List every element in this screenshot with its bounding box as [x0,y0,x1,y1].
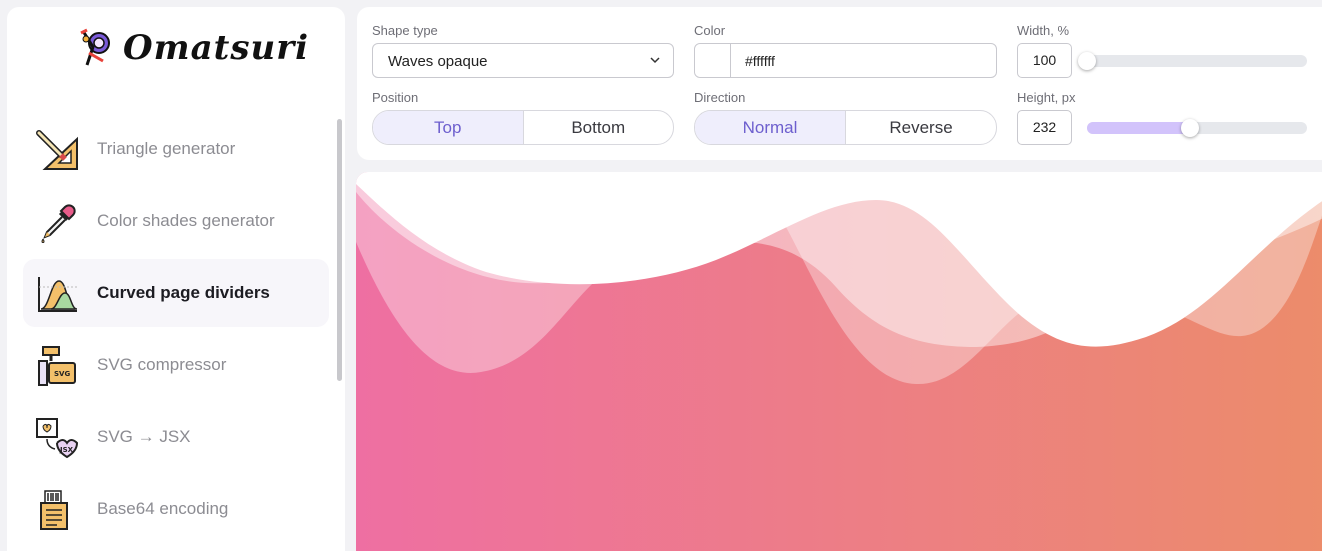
svg-to-jsx-icon: JSX [36,418,79,459]
logo-mascot-icon [80,28,110,66]
direction-label: Direction [694,90,746,105]
sidebar-item-label: SVG compressor [97,355,227,374]
position-bottom-option[interactable]: Bottom [522,111,674,144]
wave-preview-canvas [356,172,1322,551]
svg-text:SVG: SVG [54,370,70,378]
sidebar-nav: Triangle generator Color shades generato… [23,115,329,547]
divider-preview [356,172,1322,551]
curve-chart-icon [38,277,78,312]
sidebar-item-curved-page-dividers[interactable]: Curved page dividers [23,259,329,327]
width-slider-thumb[interactable] [1078,52,1096,70]
width-slider-track [1087,55,1307,67]
sidebar-item-svg-compressor[interactable]: SVG SVG compressor [23,331,329,399]
height-label: Height, px [1017,90,1076,105]
color-value: #ffffff [745,53,775,69]
svg-text:JSX: JSX [59,446,74,454]
position-label: Position [372,90,419,105]
direction-reverse-option[interactable]: Reverse [845,111,996,144]
color-input[interactable]: #ffffff [694,43,997,78]
pipette-icon [41,204,76,243]
height-slider[interactable] [1087,119,1307,137]
direction-toggle: Normal Reverse [694,110,997,145]
logo[interactable]: Omatsuri [77,27,309,69]
controls-panel: Shape type Waves opaque Color #ffffff Wi… [357,7,1322,160]
position-toggle: Top Bottom [372,110,674,145]
direction-normal-option[interactable]: Normal [695,111,845,144]
width-slider[interactable] [1078,52,1307,70]
sidebar-item-color-shades-generator[interactable]: Color shades generator [23,187,329,255]
barcode-document-icon [40,490,68,530]
shape-type-value: Waves opaque [388,53,488,70]
sidebar-item-label: Base64 encoding [97,499,229,518]
chevron-down-icon [650,57,660,64]
sidebar-item-label: Curved page dividers [97,283,270,302]
sidebar-item-svg-to-jsx[interactable]: JSX SVG → JSX [23,403,329,471]
sidebar-item-label: Color shades generator [97,211,275,230]
sidebar: Omatsuri Triangle generator Color shades… [7,7,345,551]
svg-press-icon: SVG [38,346,76,386]
sidebar-item-base64-encoding[interactable]: Base64 encoding [23,475,329,543]
color-swatch[interactable] [695,44,731,77]
width-input[interactable]: 100 [1017,43,1072,78]
height-input[interactable]: 232 [1017,110,1072,145]
height-slider-fill [1087,122,1191,134]
sidebar-item-triangle-generator[interactable]: Triangle generator [23,115,329,183]
color-label: Color [694,23,726,38]
triangle-ruler-icon [36,130,78,170]
width-label: Width, % [1017,23,1070,38]
sidebar-item-label: SVG → JSX [97,427,191,446]
sidebar-scrollbar[interactable] [337,119,342,381]
shape-type-label: Shape type [372,23,438,38]
shape-type-select[interactable]: Waves opaque [372,43,674,78]
position-top-option[interactable]: Top [373,111,523,144]
logo-text: Omatsuri [123,28,310,68]
height-slider-thumb[interactable] [1181,119,1200,137]
sidebar-item-label: Triangle generator [97,139,236,158]
